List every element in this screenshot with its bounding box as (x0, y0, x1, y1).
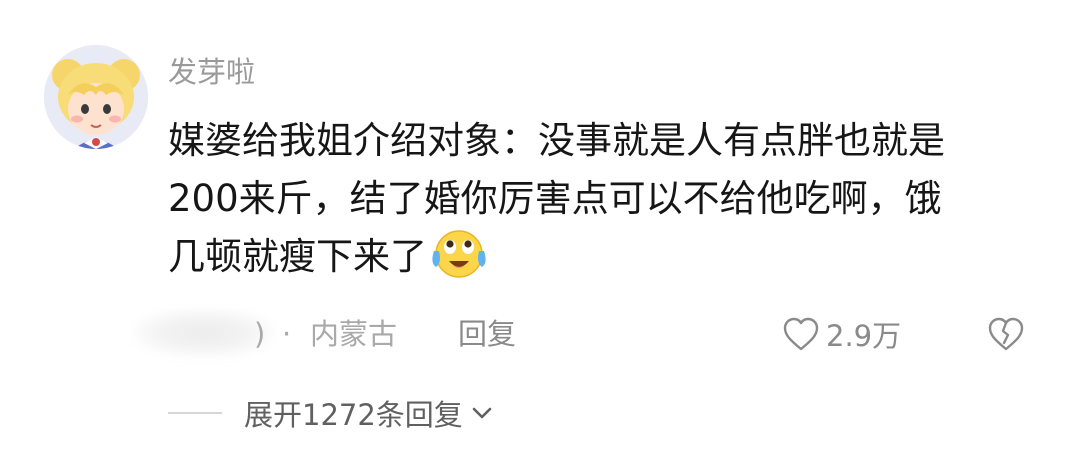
avatar[interactable] (44, 45, 148, 149)
reply-button[interactable]: 回复 (458, 315, 516, 353)
comment-text: 媒婆给我姐介绍对象：没事就是人有点胖也就是 200来斤，结了婚你厉害点可以不给他… (168, 112, 1028, 286)
crying-laughing-face-icon (429, 229, 489, 279)
like-count: 2.9万 (826, 319, 902, 353)
heart-outline-icon (783, 317, 819, 351)
timestamp-tail: ) (254, 317, 266, 351)
comment-card: 发芽啦 媒婆给我姐介绍对象：没事就是人有点胖也就是 200来斤，结了婚你厉害点可… (0, 0, 1080, 458)
like-button[interactable]: 2.9万 (782, 313, 901, 355)
ip-location: 内蒙古 (310, 317, 398, 351)
meta-separator: · (282, 317, 292, 351)
expand-replies-button[interactable]: 展开1272条回复 (168, 390, 493, 436)
blurred-timestamp (134, 309, 274, 357)
avatar-image (44, 45, 148, 149)
broken-heart-icon (988, 317, 1024, 351)
comment-line: 几顿就瘦下来了 (168, 228, 1028, 286)
username[interactable]: 发芽啦 (168, 52, 255, 92)
expand-divider (168, 412, 222, 414)
comment-meta: ) · 内蒙古 回复 2.9万 (130, 305, 1050, 361)
comment-line: 200来斤，结了婚你厉害点可以不给他吃啊，饿 (168, 177, 942, 220)
expand-replies-label: 展开1272条回复 (244, 398, 463, 432)
chevron-down-icon (472, 407, 492, 419)
comment-line: 媒婆给我姐介绍对象：没事就是人有点胖也就是 (168, 119, 945, 162)
dislike-button[interactable] (986, 315, 1026, 353)
